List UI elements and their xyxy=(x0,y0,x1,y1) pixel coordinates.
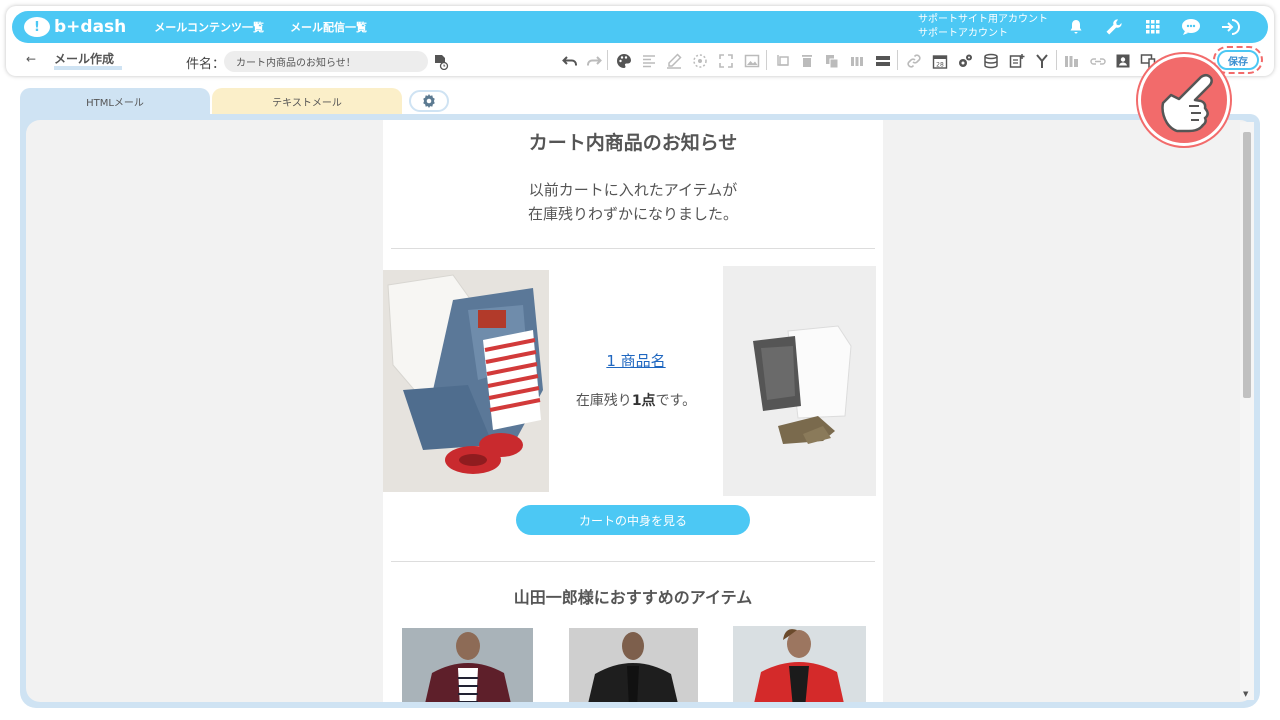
recommend-photo-3[interactable] xyxy=(733,626,866,702)
pencil-icon[interactable] xyxy=(664,51,684,71)
tab-html-mail[interactable]: HTMLメール xyxy=(20,88,210,114)
gears-icon[interactable] xyxy=(955,51,975,71)
email-preview: カート内商品のお知らせ 以前カートに入れたアイテムが 在庫残りわずかになりました… xyxy=(383,120,883,702)
product-name-link[interactable]: 1 商品名 xyxy=(549,350,723,371)
product-photo-right[interactable] xyxy=(723,266,876,496)
nav-mail-contents[interactable]: メールコンテンツ一覧 xyxy=(154,19,264,35)
expand-icon[interactable] xyxy=(716,51,736,71)
recommend-photo-2[interactable] xyxy=(569,628,698,702)
back-arrow-icon[interactable]: ← xyxy=(26,52,36,66)
scroll-down-arrow-icon[interactable]: ▼ xyxy=(1243,690,1248,698)
palette-icon[interactable] xyxy=(614,51,634,71)
recommend-title: 山田一郎様におすすめのアイテム xyxy=(513,588,753,607)
account-site-name: サポートサイト用アカウント xyxy=(918,14,1048,25)
align-left-icon[interactable] xyxy=(639,51,659,71)
copy-icon[interactable] xyxy=(822,51,842,71)
email-title: カート内商品のお知らせ xyxy=(528,132,738,154)
toolbar-divider xyxy=(897,50,898,70)
logout-icon[interactable] xyxy=(1219,16,1241,38)
intro-line-1: 以前カートに入れたアイテムが xyxy=(528,181,738,199)
stock-notice: 在庫残り1点です。 xyxy=(549,390,723,410)
logo-bubble-icon: ! xyxy=(24,17,50,37)
view-cart-button[interactable]: カートの中身を見る xyxy=(516,505,750,535)
toolbar-divider xyxy=(1056,50,1057,70)
link-settings-icon[interactable] xyxy=(1088,51,1108,71)
logo-text: b+dash xyxy=(54,17,127,37)
wrench-icon[interactable] xyxy=(1103,16,1125,38)
trash-icon[interactable] xyxy=(797,51,817,71)
branch-icon[interactable] xyxy=(1032,51,1052,71)
save-button[interactable]: 保存 xyxy=(1213,46,1263,74)
section-divider xyxy=(391,561,875,562)
tab-text-mail[interactable]: テキストメール xyxy=(212,88,402,114)
rows-icon[interactable] xyxy=(873,51,893,71)
section-divider xyxy=(391,248,875,249)
email-intro: 以前カートに入れたアイテムが 在庫残りわずかになりました。 xyxy=(383,178,883,226)
hand-pointer-icon xyxy=(1138,54,1230,146)
redo-icon[interactable] xyxy=(584,51,604,71)
add-note-icon[interactable] xyxy=(1007,51,1027,71)
support-chat-icon[interactable] xyxy=(1180,16,1202,38)
intro-line-2: 在庫残りわずかになりました。 xyxy=(527,205,738,223)
columns-icon[interactable] xyxy=(847,51,867,71)
svg-text:28: 28 xyxy=(936,62,944,69)
bell-icon[interactable] xyxy=(1065,16,1087,38)
schedule-doc-icon[interactable] xyxy=(433,54,449,71)
database-icon[interactable] xyxy=(981,51,1001,71)
top-nav-bar: ! b+dash メールコンテンツ一覧 メール配信一覧 サポートサイト用アカウン… xyxy=(12,11,1268,43)
account-info[interactable]: サポートサイト用アカウント サポートアカウント xyxy=(918,13,1048,41)
image-icon[interactable] xyxy=(742,51,762,71)
account-user-name: サポートアカウント xyxy=(918,28,1008,39)
logo[interactable]: ! b+dash xyxy=(24,17,126,37)
stock-suffix: です。 xyxy=(655,393,697,409)
editor-scrollbar[interactable]: ▼ xyxy=(1240,122,1254,700)
contact-card-icon[interactable] xyxy=(1113,51,1133,71)
calendar-icon[interactable]: 28 xyxy=(930,51,950,71)
subject-input[interactable] xyxy=(224,51,428,72)
nav-mail-delivery[interactable]: メール配信一覧 xyxy=(290,19,367,35)
block-icon[interactable] xyxy=(772,51,792,71)
stock-count: 1点 xyxy=(631,393,656,409)
link-icon[interactable] xyxy=(904,51,924,71)
scrollbar-thumb[interactable] xyxy=(1243,132,1251,398)
undo-icon[interactable] xyxy=(560,51,580,71)
product-photo-left[interactable] xyxy=(383,270,549,492)
subject-label: 件名： xyxy=(186,57,226,72)
target-icon[interactable] xyxy=(690,51,710,71)
tab-settings-gear-icon[interactable] xyxy=(409,90,449,112)
stock-prefix: 在庫残り xyxy=(575,393,632,409)
recommend-photo-1[interactable] xyxy=(402,628,533,702)
apps-grid-icon[interactable] xyxy=(1142,16,1164,38)
bars-icon[interactable] xyxy=(1062,51,1082,71)
page-title: メール作成 xyxy=(54,52,123,70)
toolbar-divider xyxy=(607,50,608,70)
toolbar-divider xyxy=(766,50,767,70)
